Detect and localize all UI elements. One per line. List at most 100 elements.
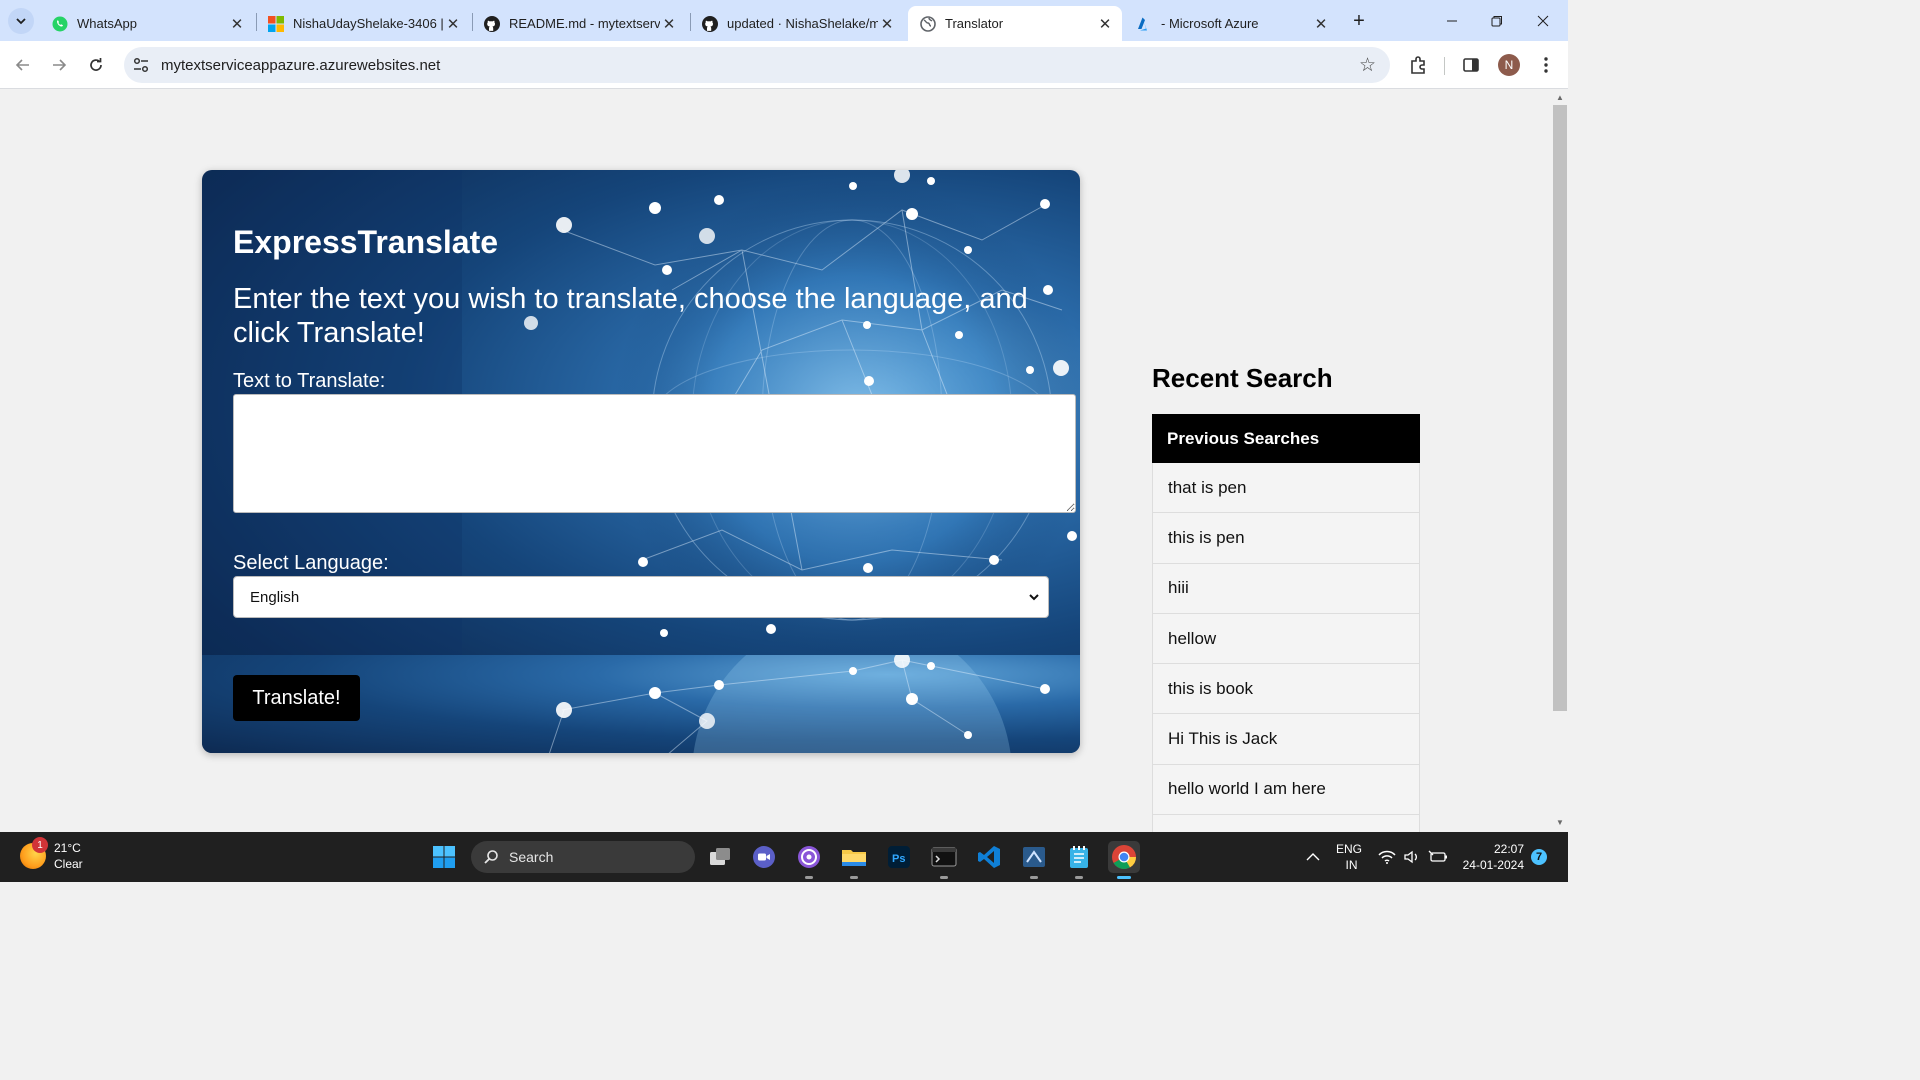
weather-widget[interactable]: 1 21°C Clear: [20, 837, 83, 872]
file-explorer-button[interactable]: [838, 841, 870, 879]
start-button[interactable]: [428, 841, 460, 873]
chrome-icon: [1112, 845, 1136, 870]
new-tab-button[interactable]: +: [1346, 8, 1372, 34]
teams-chat-button[interactable]: [748, 841, 780, 873]
taskbar-search[interactable]: Search: [471, 841, 695, 873]
task-view-icon: [710, 848, 730, 865]
wifi-icon: [1378, 850, 1396, 864]
profile-avatar[interactable]: N: [1498, 54, 1520, 76]
terminal-button[interactable]: [928, 841, 960, 879]
forward-arrow-icon: [53, 59, 67, 71]
url-text: mytextserviceappazure.azurewebsites.net: [161, 57, 441, 74]
input-language-indicator[interactable]: ENG IN: [1336, 832, 1362, 882]
tab-title: WhatsApp: [77, 16, 137, 31]
address-bar[interactable]: mytextserviceappazure.azurewebsites.net …: [124, 47, 1390, 83]
clock-time: 22:07: [1493, 842, 1524, 856]
text-to-translate-input[interactable]: [233, 394, 1076, 513]
photoshop-button[interactable]: Ps: [883, 841, 915, 873]
translate-button[interactable]: Translate!: [233, 675, 360, 721]
show-hidden-icons-button[interactable]: [1306, 832, 1320, 882]
tab-whatsapp[interactable]: WhatsApp ✕: [40, 6, 254, 41]
restore-button[interactable]: [1474, 0, 1520, 41]
github-desktop-icon: [798, 846, 820, 868]
tab-translator[interactable]: Translator ✕: [908, 6, 1122, 41]
bookmark-star-icon[interactable]: ☆: [1359, 54, 1376, 77]
back-arrow-icon: [15, 59, 29, 71]
extensions-button[interactable]: [1406, 53, 1430, 77]
region-code: IN: [1345, 858, 1358, 872]
close-icon[interactable]: ✕: [1096, 15, 1114, 33]
instructions-text: Enter the text you wish to translate, ch…: [233, 283, 1028, 349]
close-icon[interactable]: ✕: [660, 15, 678, 33]
browser-menu-button[interactable]: [1534, 53, 1558, 77]
table-row[interactable]: this is book: [1152, 664, 1420, 715]
table-header: Previous Searches: [1152, 414, 1420, 463]
toolbar-divider: [1444, 57, 1445, 75]
close-icon[interactable]: ✕: [1312, 15, 1330, 33]
running-indicator: [940, 876, 948, 879]
clock-date: 24-01-2024: [1462, 858, 1524, 872]
vscode-icon: [978, 846, 1000, 868]
weather-temperature: 21°C: [54, 841, 81, 855]
weather-badge: 1: [32, 837, 48, 853]
forward-button[interactable]: [44, 50, 74, 80]
battery-icon: [1428, 850, 1447, 862]
tab-azure[interactable]: - Microsoft Azure ✕: [1124, 6, 1338, 41]
restore-icon: [1491, 15, 1502, 26]
text-to-translate-label: Text to Translate:: [233, 370, 386, 392]
previous-searches-table: Previous Searches that is pen this is pe…: [1152, 414, 1420, 832]
tab-title: README.md - mytextservic: [509, 16, 660, 31]
close-icon[interactable]: ✕: [878, 15, 896, 33]
language-select[interactable]: English: [233, 576, 1049, 618]
reload-button[interactable]: [81, 50, 111, 80]
side-panel-icon: [1463, 58, 1479, 72]
table-row[interactable]: Hi This is Jack: [1152, 714, 1420, 765]
speaker-icon: [1404, 850, 1417, 864]
running-indicator: [805, 876, 813, 879]
task-view-button[interactable]: [704, 841, 736, 873]
close-window-button[interactable]: [1520, 0, 1566, 41]
minimize-icon: [1447, 20, 1457, 21]
more-vertical-icon: [1544, 57, 1548, 73]
browser-toolbar: mytextserviceappazure.azurewebsites.net …: [0, 41, 1568, 89]
scroll-up-arrow-icon[interactable]: ▲: [1556, 93, 1564, 102]
tab-readme[interactable]: README.md - mytextservic ✕: [472, 6, 686, 41]
table-row[interactable]: hiii: [1152, 563, 1420, 614]
table-row[interactable]: hellow: [1152, 613, 1420, 665]
close-icon[interactable]: ✕: [228, 15, 246, 33]
tab-nisha-microsoft[interactable]: NishaUdayShelake-3406 | I ✕: [256, 6, 470, 41]
ssms-button[interactable]: [1018, 841, 1050, 879]
weather-description: Clear: [54, 857, 83, 871]
scroll-down-arrow-icon[interactable]: ▼: [1556, 818, 1564, 827]
microsoft-icon: [268, 15, 284, 32]
page-scrollbar[interactable]: ▲ ▼: [1552, 89, 1568, 832]
minimize-button[interactable]: [1429, 0, 1475, 41]
clock[interactable]: 22:07 24-01-2024: [1460, 832, 1524, 882]
system-tray-status[interactable]: [1378, 832, 1448, 882]
side-panel-button[interactable]: [1459, 53, 1483, 77]
tab-search-button[interactable]: [8, 8, 34, 34]
tab-title: NishaUdayShelake-3406 | I: [293, 16, 444, 31]
chrome-button[interactable]: [1108, 841, 1140, 879]
tab-title: updated · NishaShelake/m: [727, 16, 878, 31]
table-row[interactable]: that is pen: [1152, 463, 1420, 514]
notepad-button[interactable]: [1063, 841, 1095, 879]
puzzle-icon: [1411, 56, 1425, 74]
notification-badge[interactable]: 7: [1531, 849, 1547, 865]
recent-search-title: Recent Search: [1152, 363, 1333, 393]
search-icon: [484, 850, 498, 864]
active-indicator: [1117, 876, 1131, 879]
vscode-button[interactable]: [973, 841, 1005, 873]
windows-logo-icon: [433, 846, 455, 868]
github-desktop-button[interactable]: [793, 841, 825, 879]
table-row[interactable]: hello world I am here: [1152, 764, 1420, 816]
table-row[interactable]: this is pen: [1152, 513, 1420, 564]
tab-title: - Microsoft Azure: [1161, 16, 1259, 31]
close-icon: [1537, 15, 1549, 26]
tab-updated[interactable]: updated · NishaShelake/m ✕: [690, 6, 904, 41]
back-button[interactable]: [8, 50, 38, 80]
scrollbar-thumb[interactable]: [1553, 105, 1567, 711]
table-row: [1152, 815, 1420, 832]
close-icon[interactable]: ✕: [444, 15, 462, 33]
site-settings-icon[interactable]: [132, 56, 150, 74]
